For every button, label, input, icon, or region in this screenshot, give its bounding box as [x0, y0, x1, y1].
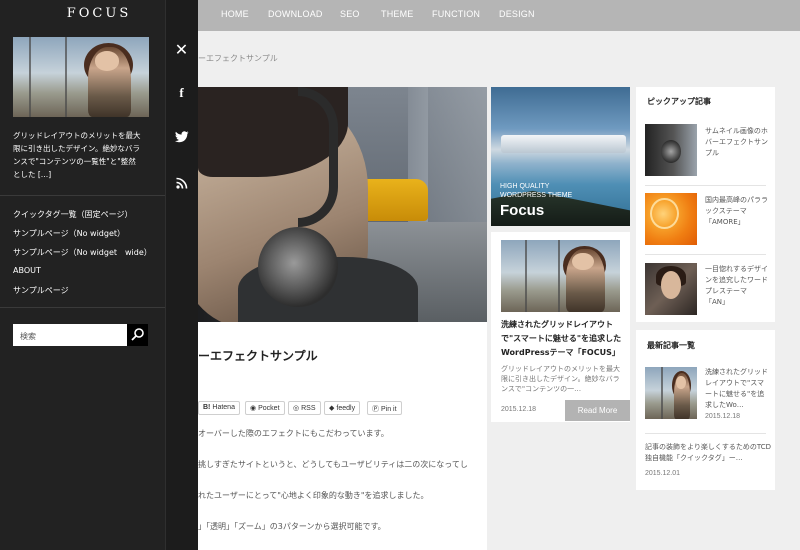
- nav-design[interactable]: DESIGN: [499, 9, 535, 19]
- recent-item-1-line[interactable]: ートに魅せる"を追: [705, 389, 764, 400]
- recent-item-2-date: 2015.12.01: [645, 470, 681, 477]
- card-title-line[interactable]: WordPressテーマ「FOCUS」: [501, 346, 620, 360]
- article-title: ーエフェクトサンプル: [198, 349, 318, 363]
- recent-thumb-1[interactable]: [645, 367, 697, 419]
- share-pocket-button[interactable]: ◉ Pocket: [245, 401, 285, 415]
- twitter-icon[interactable]: [165, 128, 198, 147]
- drawer-menu-sample[interactable]: サンプルページ: [13, 285, 69, 296]
- article-body-line: 挑しすぎたサイトというと、どうしてもユーザビリティは二の次になってし: [198, 460, 468, 469]
- search-button[interactable]: [127, 324, 148, 346]
- drawer-icon-bar: [165, 0, 198, 550]
- hero-image: [198, 87, 487, 322]
- breadcrumb[interactable]: ーエフェクトサンプル: [198, 53, 278, 64]
- close-icon[interactable]: ✕: [165, 40, 198, 59]
- banner-title: Focus: [500, 202, 545, 219]
- feedly-icon: ◆: [329, 405, 335, 412]
- divider: [0, 307, 165, 308]
- share-feedly-button[interactable]: ◆ feedly: [324, 401, 361, 415]
- recent-item-1-date: 2015.12.18: [705, 413, 741, 420]
- article-body-line: 」「透明」「ズーム」の3パターンから選択可能です。: [198, 522, 386, 531]
- nav-function[interactable]: FUNCTION: [432, 9, 480, 19]
- drawer-menu-about[interactable]: ABOUT: [13, 266, 41, 275]
- search-input[interactable]: 検索: [13, 324, 127, 346]
- card-excerpt-line: 限に引き出したデザイン。絶妙なバラ: [501, 375, 620, 383]
- pickup-title: ピックアップ記事: [647, 97, 711, 106]
- search-icon: [131, 328, 144, 341]
- share-rss-button[interactable]: ◎ RSS: [288, 401, 321, 415]
- pickup-item-1-line[interactable]: プル: [705, 148, 719, 159]
- pickup-thumb-1[interactable]: [645, 124, 697, 176]
- card-excerpt-line: グリッドレイアウトのメリットを最大: [501, 365, 620, 373]
- banner-line2: WORDPRESS THEME: [500, 192, 573, 199]
- card-thumbnail[interactable]: [501, 240, 620, 312]
- divider: [0, 195, 165, 196]
- pinterest-icon: Ⓟ: [372, 406, 379, 413]
- divider: [645, 433, 766, 434]
- card-title-line[interactable]: 洗練されたグリッドレイアウト: [501, 318, 613, 332]
- recent-item-1-line[interactable]: 求したWo…: [705, 400, 744, 411]
- pocket-icon: ◉: [250, 405, 257, 412]
- pickup-item-2-line[interactable]: ックステーマ: [705, 206, 747, 217]
- nav-seo[interactable]: SEO: [340, 9, 360, 19]
- rss-icon: ◎: [293, 405, 300, 412]
- divider: [645, 254, 766, 255]
- pickup-thumb-3[interactable]: [645, 263, 697, 315]
- divider: [645, 185, 766, 186]
- facebook-icon[interactable]: f: [165, 85, 198, 101]
- nav-home[interactable]: HOME: [221, 9, 249, 19]
- nav-download[interactable]: DOWNLOAD: [268, 9, 323, 19]
- read-more-button[interactable]: Read More: [565, 400, 630, 421]
- nav-theme[interactable]: THEME: [381, 9, 414, 19]
- pickup-item-3-line[interactable]: 一目惚れするデザイ: [705, 264, 768, 275]
- article-body-line: れたユーザーにとって"心地よく印象的な動き"を追求しました。: [198, 491, 429, 500]
- recent-item-2-line[interactable]: 独自機能「クイックタグ」ー…: [645, 453, 743, 464]
- pickup-item-1-line[interactable]: バーエフェクトサン: [705, 137, 768, 148]
- drawer-menu-sample-no-widget[interactable]: サンプルページ（No widget）: [13, 228, 125, 239]
- recent-item-1-line[interactable]: レイアウトで"スマ: [705, 378, 764, 389]
- banner-line1: HIGH QUALITY: [500, 183, 550, 190]
- card-date: 2015.12.18: [501, 406, 537, 413]
- rss-feed-icon[interactable]: [165, 174, 198, 193]
- card-excerpt-line: ンスで"コンテンツの一…: [501, 385, 582, 393]
- pickup-item-3-line[interactable]: プレステーマ: [705, 286, 747, 297]
- recent-title: 最新記事一覧: [647, 341, 695, 350]
- recent-item-1-line[interactable]: 洗練されたグリッド: [705, 367, 768, 378]
- site-logo[interactable]: FOCUS: [0, 6, 198, 21]
- drawer-menu-quicktag[interactable]: クイックタグ一覧（固定ページ）: [13, 209, 133, 220]
- pickup-item-2-line[interactable]: 「AMORE」: [705, 217, 745, 228]
- card-title-line[interactable]: で"スマートに魅せる"を追求した: [501, 332, 621, 346]
- pickup-item-3-line[interactable]: ンを追究したワード: [705, 275, 768, 286]
- share-hatena-button[interactable]: B! Hatena: [198, 401, 240, 415]
- pickup-item-3-line[interactable]: 「AN」: [705, 297, 729, 308]
- pickup-item-1-line[interactable]: サムネイル画像のホ: [705, 126, 768, 137]
- pickup-thumb-2[interactable]: [645, 193, 697, 245]
- share-pinit-button[interactable]: Ⓟ Pin it: [367, 401, 402, 415]
- hatena-icon: B!: [203, 404, 211, 411]
- drawer-excerpt: グリッドレイアウトのメリットを最大 限に引き出したデザイン。絶妙なバラ ンスで"…: [13, 131, 141, 179]
- drawer-thumbnail[interactable]: [13, 37, 149, 117]
- drawer-menu-sample-no-widget-wide[interactable]: サンプルページ（No widget wide）: [13, 247, 152, 258]
- article-body-line: オーバーした際のエフェクトにもこだわっています。: [198, 429, 389, 438]
- recent-item-2-line[interactable]: 記事の装飾をより楽しくするためのTCD: [645, 442, 771, 453]
- pickup-item-2-line[interactable]: 国内最高峰のパララ: [705, 195, 768, 206]
